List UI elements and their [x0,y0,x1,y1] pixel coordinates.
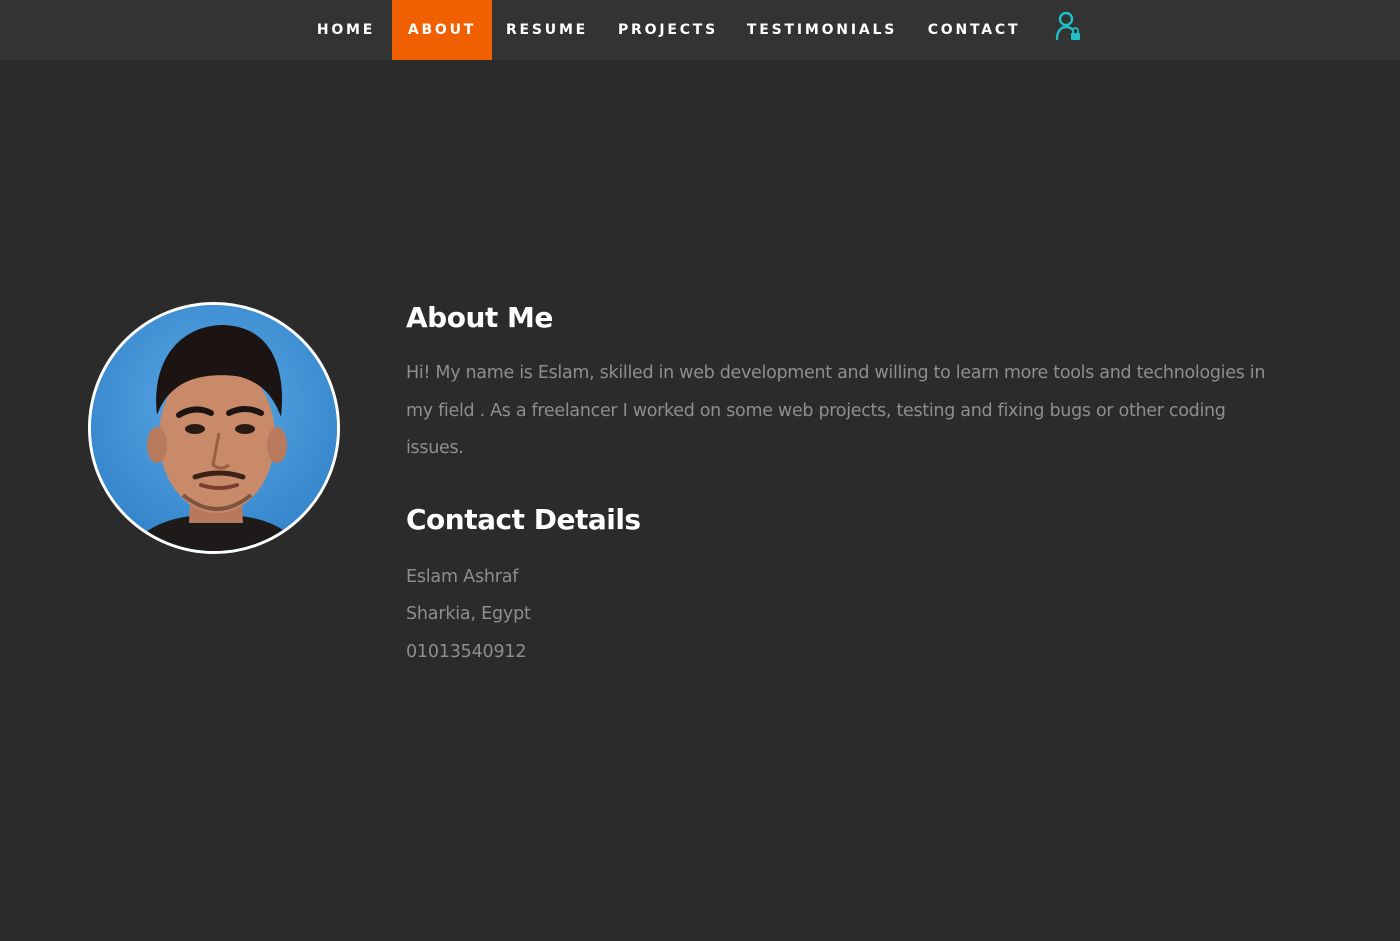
user-lock-icon[interactable] [1054,10,1084,42]
nav-projects[interactable]: PROJECTS [604,0,732,60]
contact-location: Sharkia, Egypt [406,604,531,624]
nav-about[interactable]: ABOUT [392,0,492,60]
about-heading: About Me [406,301,553,334]
contact-phone: 01013540912 [406,642,527,662]
contact-name: Eslam Ashraf [406,567,519,587]
nav-home[interactable]: HOME [302,0,390,60]
nav-contact[interactable]: CONTACT [914,0,1034,60]
about-description: Hi! My name is Eslam, skilled in web dev… [406,363,1266,458]
nav-testimonials[interactable]: TESTIMONIALS [736,0,908,60]
top-navbar: HOME ABOUT RESUME PROJECTS TESTIMONIALS … [0,0,1400,60]
profile-avatar [88,302,340,554]
nav-resume[interactable]: RESUME [494,0,600,60]
contact-heading: Contact Details [406,503,641,536]
